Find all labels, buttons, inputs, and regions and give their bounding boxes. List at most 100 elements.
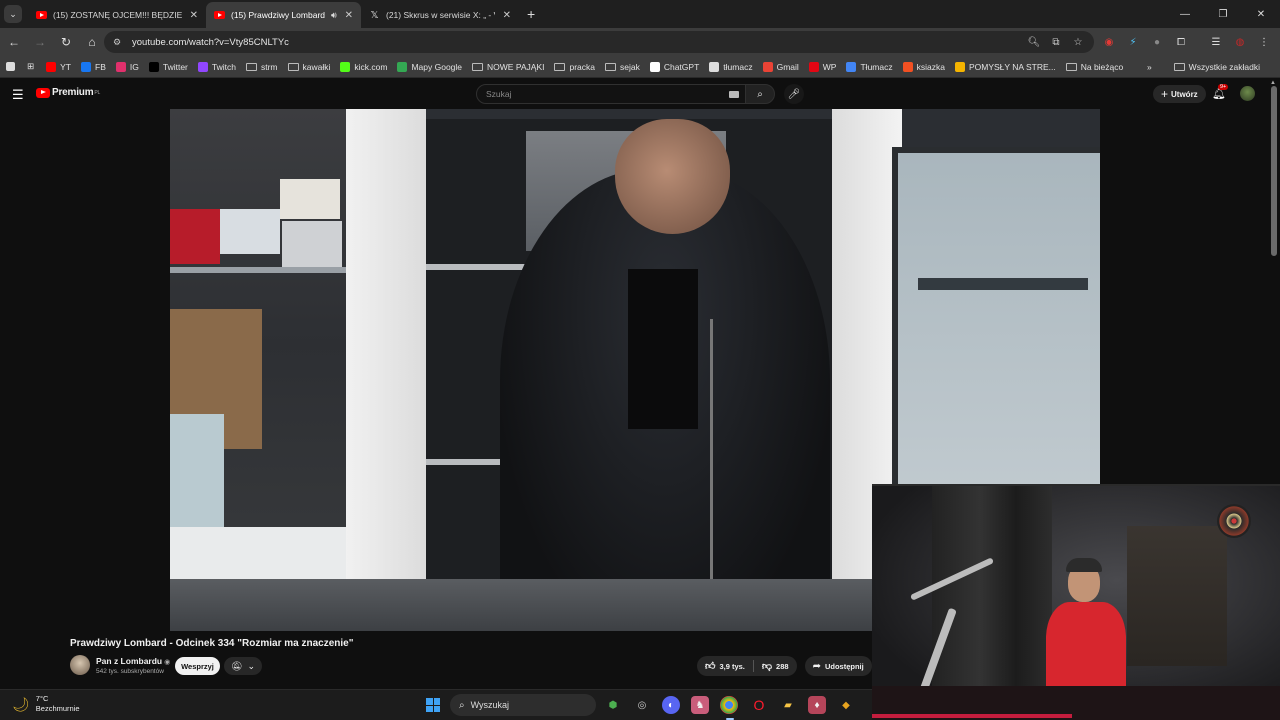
tab-1[interactable]: (15) ZOSTANĘ OJCEM!!! BĘDZIE ✕ <box>28 2 206 28</box>
bookmark-1[interactable]: FB <box>81 61 106 72</box>
new-tab-button[interactable]: + <box>527 6 535 22</box>
extensions-puzzle-icon[interactable]: ⧠ <box>1173 34 1189 50</box>
bell-off-icon: 🔕︎ <box>231 660 243 671</box>
bookmarks-right: » Wszystkie zakładki <box>1147 56 1270 78</box>
close-icon[interactable]: ✕ <box>503 10 511 21</box>
channel-name[interactable]: Pan z Lombardu ◉ <box>96 656 170 666</box>
notifications-button[interactable]: 🔔︎ 9+ <box>1212 84 1229 100</box>
back-icon[interactable]: ← <box>2 30 26 54</box>
bookmark-4[interactable]: Twitch <box>197 61 236 72</box>
profile-icon[interactable]: ◍ <box>1232 34 1248 50</box>
subscriber-count: 542 tys. subskrybentów <box>96 668 164 675</box>
bookmark-18[interactable]: POMYSŁY NA STRE... <box>954 61 1056 72</box>
search-input[interactable]: Szukaj <box>476 84 746 104</box>
bookmarks-bar: ⊞ YT FB IG Twitter Twitch strm kawałki kick.com… <box>0 56 1280 78</box>
apps-icon[interactable] <box>6 62 19 71</box>
record-extension-icon[interactable]: ◉ <box>1101 34 1117 50</box>
zoom-icon[interactable]: 🔍︎ <box>1026 34 1042 50</box>
grid-icon[interactable]: ⊞ <box>27 61 34 72</box>
discord-icon[interactable]: ◐ <box>662 696 680 714</box>
like-button[interactable]: 👍︎ 3,9 tys. <box>697 656 753 676</box>
translate-icon <box>709 61 720 72</box>
bookmark-9[interactable]: NOWE PAJĄKI <box>472 62 544 72</box>
like-dislike-group: 👍︎ 3,9 tys. 👎︎ 288 <box>697 656 797 676</box>
close-icon[interactable]: ✕ <box>190 10 198 21</box>
page-scrollbar[interactable] <box>1271 86 1277 256</box>
vpn-app-icon[interactable]: ⬢ <box>604 696 622 714</box>
cast-icon[interactable]: ⧉ <box>1048 34 1064 50</box>
logo-region: PL <box>94 89 101 96</box>
thumbs-down-icon: 👎︎ <box>761 661 773 672</box>
forward-icon[interactable]: → <box>28 30 52 54</box>
bookmark-17[interactable]: ksiazka <box>902 61 945 72</box>
youtube-icon <box>36 11 47 19</box>
windows-icon <box>902 61 913 72</box>
bookmarks-overflow-button[interactable]: » <box>1147 62 1152 72</box>
restore-icon[interactable]: ❐ <box>1204 0 1242 28</box>
bookmark-19[interactable]: Na bieżąco <box>1065 62 1123 72</box>
bookmark-8[interactable]: Mapy Google <box>397 61 462 72</box>
tab-search-menu-button[interactable]: ⌄ <box>4 5 22 23</box>
bookmark-14[interactable]: Gmail <box>762 61 799 72</box>
layers-app-icon[interactable]: ◆ <box>837 696 855 714</box>
browser-toolbar: ← → ↻ ⌂ ⚙ youtube.com/watch?v=Vty85CNLTY… <box>0 28 1280 56</box>
all-bookmarks-folder[interactable]: Wszystkie zakładki <box>1173 62 1260 72</box>
bookmark-15[interactable]: WP <box>808 61 836 72</box>
taskbar-search[interactable]: ⌕ Wyszukaj <box>450 694 596 716</box>
hamburger-menu-icon[interactable]: ☰ <box>12 87 24 103</box>
bookmark-12[interactable]: ChatGPT <box>649 61 699 72</box>
account-avatar[interactable] <box>1240 86 1255 101</box>
bookmark-label: pracka <box>569 61 595 72</box>
bookmark-0[interactable]: YT <box>46 61 71 72</box>
close-window-icon[interactable]: ✕ <box>1242 0 1280 28</box>
webcam-overlay <box>872 484 1280 720</box>
speaker-icon[interactable]: 🔊︎ <box>331 10 337 21</box>
bookmark-6[interactable]: kawałki <box>287 62 330 72</box>
file-explorer-icon[interactable]: ▰ <box>779 696 797 714</box>
bookmark-label: sejak <box>620 61 640 72</box>
bookmark-star-icon[interactable]: ☆ <box>1070 34 1086 50</box>
keyboard-icon[interactable] <box>729 91 739 98</box>
bookmark-2[interactable]: IG <box>115 61 139 72</box>
subscribed-bell-button[interactable]: 🔕︎ ⌄ <box>224 657 262 675</box>
gmail-icon <box>762 61 773 72</box>
tab-title: (15) Prawdziwy Lombard - O <box>231 10 325 20</box>
youtube-premium-logo[interactable]: Premium PL <box>36 87 100 98</box>
voice-search-button[interactable]: 🎤︎ <box>784 84 804 104</box>
address-bar[interactable]: ⚙ youtube.com/watch?v=Vty85CNLTYc 🔍︎ ⧉ ☆ <box>104 31 1094 53</box>
extension-icon[interactable]: ● <box>1149 34 1165 50</box>
bookmark-11[interactable]: sejak <box>605 62 640 72</box>
search-button[interactable]: ⌕ <box>745 84 775 104</box>
bookmark-10[interactable]: pracka <box>554 62 595 72</box>
create-button[interactable]: + Utwórz <box>1153 85 1206 103</box>
support-button[interactable]: Wesprzyj <box>175 657 220 675</box>
share-button[interactable]: ➦ Udostępnij <box>804 656 872 676</box>
channel-avatar[interactable] <box>70 655 90 675</box>
bookmark-label: POMYSŁY NA STRE... <box>968 61 1056 72</box>
menu-dots-icon[interactable]: ⋮ <box>1256 34 1272 50</box>
reading-list-icon[interactable]: ☰ <box>1208 34 1224 50</box>
site-settings-icon[interactable]: ⚙ <box>110 35 124 49</box>
home-icon[interactable]: ⌂ <box>80 30 104 54</box>
chrome-icon[interactable] <box>720 696 738 714</box>
app-icon[interactable]: ♦ <box>808 696 826 714</box>
bookmark-16[interactable]: Tłumacz <box>846 61 893 72</box>
search-icon: ⌕ <box>757 88 763 100</box>
bookmark-3[interactable]: Twitter <box>148 61 188 72</box>
opera-icon[interactable]: O <box>750 696 768 714</box>
weather-widget[interactable]: 🌙︎ 7°C Bezchmurnie <box>12 694 80 714</box>
extension-icon[interactable]: ⚡ <box>1125 34 1141 50</box>
maps-icon <box>397 61 408 72</box>
bookmark-5[interactable]: strm <box>245 62 278 72</box>
tab-3[interactable]: 𝕏 (21) Skкrus w serwisie X: „ - V ✕ <box>361 2 519 28</box>
game-app-icon[interactable]: ♞ <box>691 696 709 714</box>
dislike-button[interactable]: 👎︎ 288 <box>754 656 797 676</box>
app-icon[interactable]: ◎ <box>633 696 651 714</box>
reload-icon[interactable]: ↻ <box>54 30 78 54</box>
bookmark-7[interactable]: kick.com <box>340 61 387 72</box>
bookmark-13[interactable]: tłumacz <box>709 61 753 72</box>
minimize-icon[interactable]: — <box>1166 0 1204 28</box>
windows-start-icon[interactable] <box>426 698 440 712</box>
close-icon[interactable]: ✕ <box>345 10 353 21</box>
tab-2[interactable]: (15) Prawdziwy Lombard - O 🔊︎ ✕ <box>206 2 361 28</box>
